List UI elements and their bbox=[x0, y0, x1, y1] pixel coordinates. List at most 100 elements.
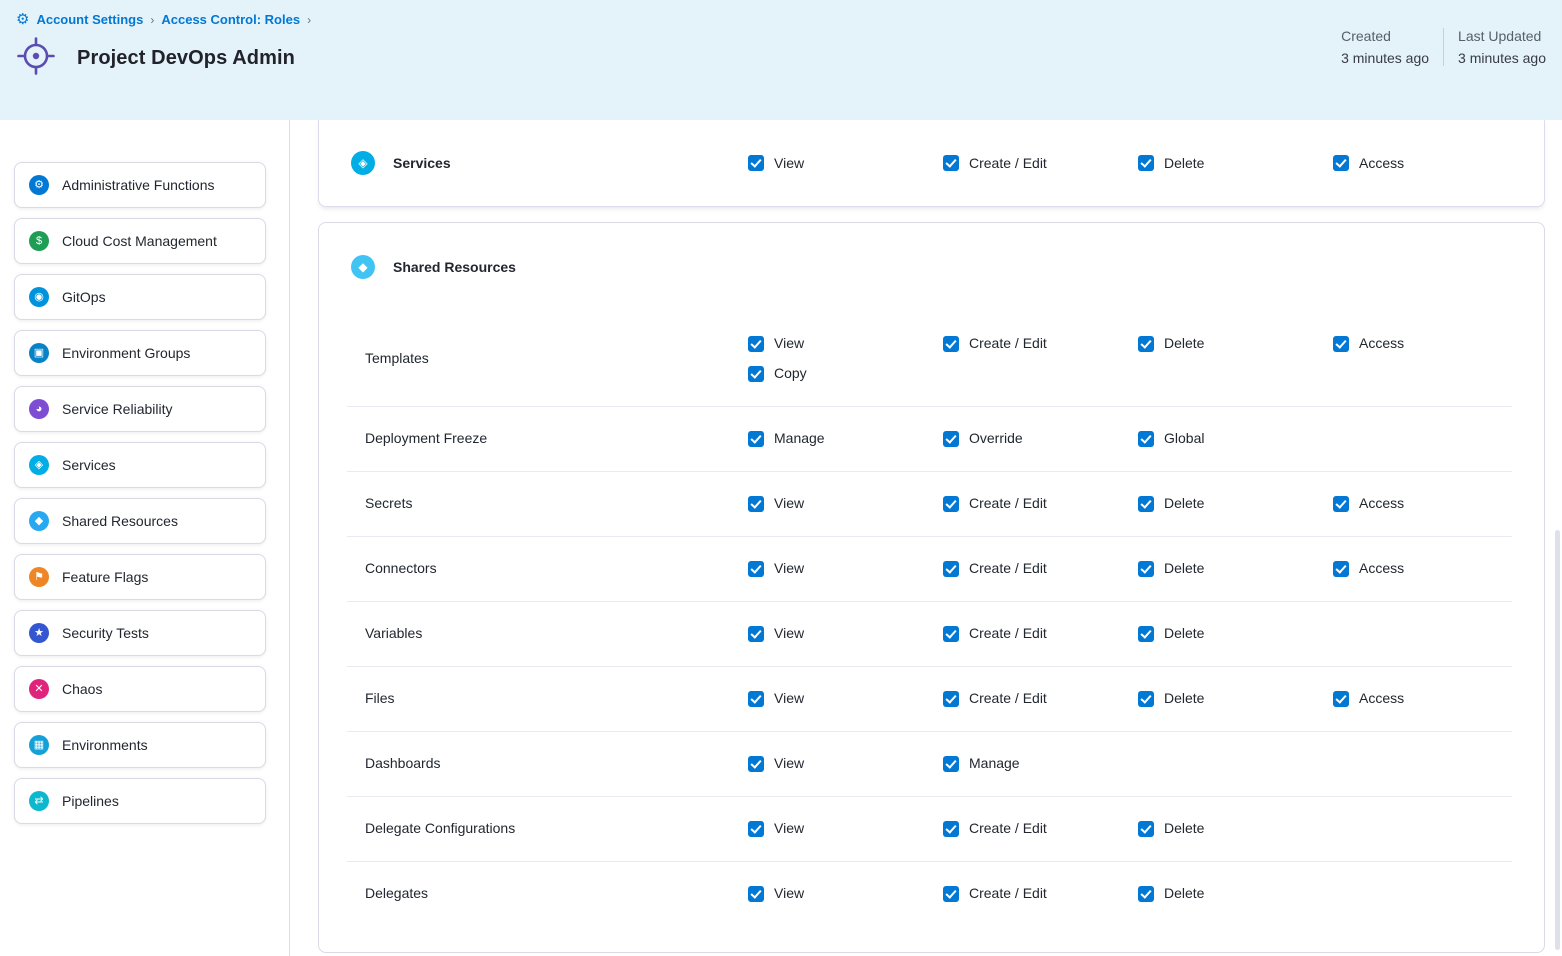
sidebar-item-cloud-cost-management[interactable]: $ Cloud Cost Management bbox=[14, 218, 266, 264]
sidebar-item-environments[interactable]: ▦ Environments bbox=[14, 722, 266, 768]
permission-cell: Create / Edit bbox=[943, 601, 1138, 666]
connectors-delete-checkbox[interactable]: Delete bbox=[1138, 560, 1204, 577]
services-create-edit-checkbox[interactable]: Create / Edit bbox=[943, 155, 1047, 172]
checkbox-label: Access bbox=[1359, 155, 1404, 172]
services-module-icon: ◈ bbox=[351, 151, 375, 175]
checked-checkbox-icon bbox=[1138, 561, 1154, 577]
services-view-checkbox[interactable]: View bbox=[748, 155, 804, 172]
delegates-view-checkbox[interactable]: View bbox=[748, 885, 804, 902]
checkbox-label: Create / Edit bbox=[969, 335, 1047, 352]
sidebar-item-pipelines[interactable]: ⇄ Pipelines bbox=[14, 778, 266, 824]
templates-copy-checkbox[interactable]: Copy bbox=[748, 365, 807, 382]
row-label: Variables bbox=[365, 625, 422, 642]
checkbox-label: View bbox=[774, 625, 804, 642]
permissions-content: ◈ Services View Create / Edit bbox=[290, 120, 1562, 956]
files-delete-checkbox[interactable]: Delete bbox=[1138, 690, 1204, 707]
scrollbar-thumb[interactable] bbox=[1555, 530, 1560, 950]
sidebar-item-label: Security Tests bbox=[62, 625, 149, 641]
checkbox-label: Copy bbox=[774, 365, 807, 382]
templates-create-edit-checkbox[interactable]: Create / Edit bbox=[943, 335, 1047, 352]
checked-checkbox-icon bbox=[1333, 561, 1349, 577]
sidebar-item-gitops[interactable]: ◉ GitOps bbox=[14, 274, 266, 320]
sidebar-item-shared-resources[interactable]: ◆ Shared Resources bbox=[14, 498, 266, 544]
shared-resources-module: ◆ Shared Resources bbox=[319, 223, 1544, 311]
checked-checkbox-icon bbox=[943, 756, 959, 772]
row-label-cell: Dashboards bbox=[365, 731, 748, 796]
templates-delete-checkbox[interactable]: Delete bbox=[1138, 335, 1204, 352]
dashboards-manage-checkbox[interactable]: Manage bbox=[943, 755, 1020, 772]
pipelines-icon: ⇄ bbox=[29, 791, 49, 811]
checkbox-label: Delete bbox=[1164, 820, 1204, 837]
breadcrumb-account-settings[interactable]: Account Settings bbox=[36, 12, 143, 27]
shared-resources-module-title: Shared Resources bbox=[393, 259, 516, 275]
secrets-create-edit-checkbox[interactable]: Create / Edit bbox=[943, 495, 1047, 512]
files-create-edit-checkbox[interactable]: Create / Edit bbox=[943, 690, 1047, 707]
files-access-checkbox[interactable]: Access bbox=[1333, 690, 1404, 707]
sidebar-item-chaos[interactable]: ✕ Chaos bbox=[14, 666, 266, 712]
checked-checkbox-icon bbox=[748, 431, 764, 447]
delegate-configurations-delete-checkbox[interactable]: Delete bbox=[1138, 820, 1204, 837]
variables-create-edit-checkbox[interactable]: Create / Edit bbox=[943, 625, 1047, 642]
sidebar-item-feature-flags[interactable]: ⚑ Feature Flags bbox=[14, 554, 266, 600]
checkbox-label: Override bbox=[969, 430, 1023, 447]
sidebar-item-service-reliability[interactable]: ◕ Service Reliability bbox=[14, 386, 266, 432]
row-label-cell: Delegates bbox=[365, 861, 748, 926]
templates-access-checkbox[interactable]: Access bbox=[1333, 335, 1404, 352]
checkbox-label: Create / Edit bbox=[969, 560, 1047, 577]
delegate-configurations-create-edit-checkbox[interactable]: Create / Edit bbox=[943, 820, 1047, 837]
checked-checkbox-icon bbox=[943, 155, 959, 171]
checked-checkbox-icon bbox=[1333, 336, 1349, 352]
checked-checkbox-icon bbox=[943, 691, 959, 707]
services-access-checkbox[interactable]: Access bbox=[1333, 155, 1404, 172]
permission-row-deployment-freeze: Deployment Freeze Manage Override bbox=[319, 406, 1544, 471]
checkbox-label: Manage bbox=[774, 430, 825, 447]
checked-checkbox-icon bbox=[943, 821, 959, 837]
sidebar-item-administrative-functions[interactable]: ⚙ Administrative Functions bbox=[14, 162, 266, 208]
checkbox-label: Create / Edit bbox=[969, 625, 1047, 642]
permission-cell: Create / Edit bbox=[943, 861, 1138, 926]
dashboards-view-checkbox[interactable]: View bbox=[748, 755, 804, 772]
connectors-access-checkbox[interactable]: Access bbox=[1333, 560, 1404, 577]
files-view-checkbox[interactable]: View bbox=[748, 690, 804, 707]
deployment-freeze-override-checkbox[interactable]: Override bbox=[943, 430, 1023, 447]
created-value: 3 minutes ago bbox=[1341, 50, 1429, 66]
connectors-view-checkbox[interactable]: View bbox=[748, 560, 804, 577]
deployment-freeze-global-checkbox[interactable]: Global bbox=[1138, 430, 1204, 447]
secrets-delete-checkbox[interactable]: Delete bbox=[1138, 495, 1204, 512]
environments-icon: ▦ bbox=[29, 735, 49, 755]
connectors-create-edit-checkbox[interactable]: Create / Edit bbox=[943, 560, 1047, 577]
sidebar-item-environment-groups[interactable]: ▣ Environment Groups bbox=[14, 330, 266, 376]
permission-cell-empty bbox=[1333, 731, 1544, 796]
checkbox-label: Access bbox=[1359, 495, 1404, 512]
checkbox-label: Create / Edit bbox=[969, 690, 1047, 707]
variables-view-checkbox[interactable]: View bbox=[748, 625, 804, 642]
delegates-create-edit-checkbox[interactable]: Create / Edit bbox=[943, 885, 1047, 902]
secrets-access-checkbox[interactable]: Access bbox=[1333, 495, 1404, 512]
row-label: Templates bbox=[365, 350, 429, 367]
sidebar-item-security-tests[interactable]: ★ Security Tests bbox=[14, 610, 266, 656]
templates-view-checkbox[interactable]: View bbox=[748, 335, 804, 352]
services-delete-checkbox[interactable]: Delete bbox=[1138, 155, 1204, 172]
checked-checkbox-icon bbox=[748, 756, 764, 772]
checked-checkbox-icon bbox=[748, 886, 764, 902]
settings-gear-icon[interactable]: ⚙ bbox=[16, 12, 29, 27]
row-label-cell: Templates bbox=[365, 311, 748, 406]
sidebar-item-label: Chaos bbox=[62, 681, 102, 697]
permission-cell: View bbox=[748, 666, 943, 731]
page-header: ⚙ Account Settings › Access Control: Rol… bbox=[0, 0, 1562, 120]
secrets-view-checkbox[interactable]: View bbox=[748, 495, 804, 512]
sidebar-item-label: Environment Groups bbox=[62, 345, 190, 361]
checkbox-label: Manage bbox=[969, 755, 1020, 772]
breadcrumb-separator-icon: › bbox=[307, 13, 311, 27]
checkbox-label: View bbox=[774, 690, 804, 707]
delegates-delete-checkbox[interactable]: Delete bbox=[1138, 885, 1204, 902]
delegate-configurations-view-checkbox[interactable]: View bbox=[748, 820, 804, 837]
feature-flags-icon: ⚑ bbox=[29, 567, 49, 587]
sidebar-item-services[interactable]: ◈ Services bbox=[14, 442, 266, 488]
breadcrumb-access-control-roles[interactable]: Access Control: Roles bbox=[161, 12, 300, 27]
checked-checkbox-icon bbox=[748, 561, 764, 577]
deployment-freeze-manage-checkbox[interactable]: Manage bbox=[748, 430, 825, 447]
variables-delete-checkbox[interactable]: Delete bbox=[1138, 625, 1204, 642]
environment-groups-icon: ▣ bbox=[29, 343, 49, 363]
checked-checkbox-icon bbox=[943, 626, 959, 642]
